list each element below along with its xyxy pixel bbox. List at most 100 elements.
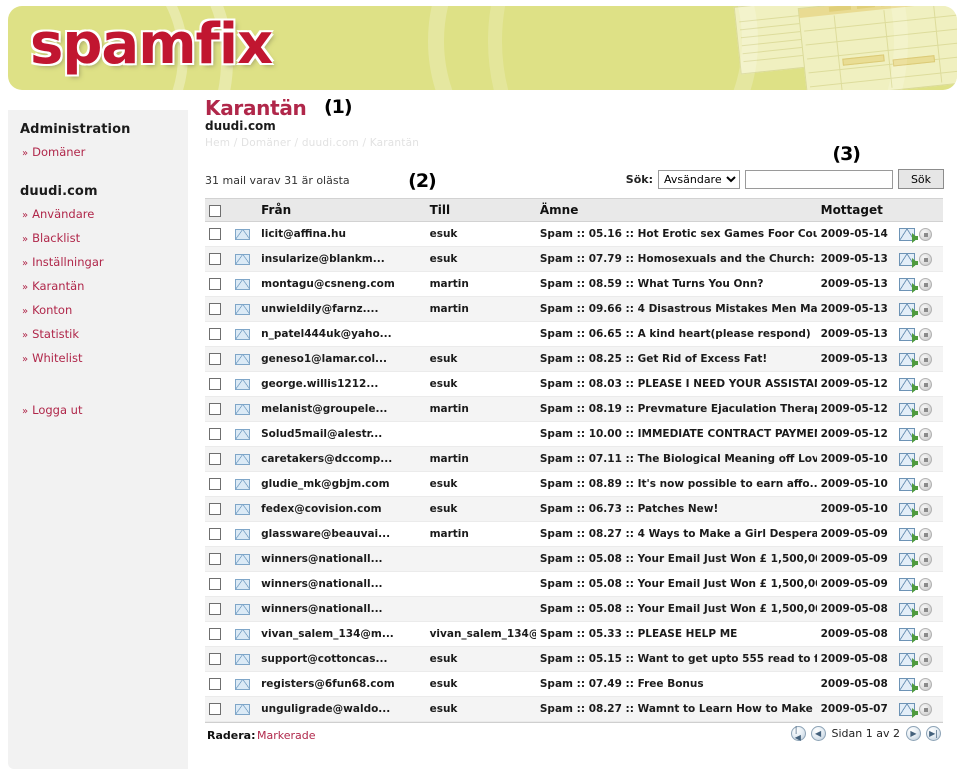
release-mail-icon[interactable] [898,427,918,443]
row-subject[interactable]: Spam :: 07.49 :: Free Bonus [535,671,817,697]
row-subject[interactable]: Spam :: 08.19 :: Prevmature Ejaculation … [535,396,817,422]
row-subject[interactable]: Spam :: 05.16 :: Hot Erotic sex Games Fo… [535,221,817,247]
table-row[interactable]: unguligrade@waldo... esuk Spam :: 08.27 ::… [205,696,943,722]
row-select-checkbox[interactable] [209,378,221,390]
column-header-to[interactable]: Till [425,198,536,222]
row-select-checkbox[interactable] [209,628,221,640]
sidebar-item-logout[interactable]: » Logga ut [8,398,188,422]
table-row[interactable]: vivan_salem_134@m...vivan_salem_134@m...… [205,621,943,647]
row-subject[interactable]: Spam :: 08.25 :: Get Rid of Excess Fat! [535,346,817,372]
row-select-checkbox[interactable] [209,328,221,340]
release-mail-icon[interactable] [898,452,918,468]
delete-mail-icon[interactable] [918,477,932,491]
release-mail-icon[interactable] [898,477,918,493]
row-select-checkbox[interactable] [209,578,221,590]
row-select-checkbox[interactable] [209,228,221,240]
row-subject[interactable]: Spam :: 09.66 :: 4 Disastrous Mistakes M… [535,296,817,322]
sidebar-item-whitelist[interactable]: » Whitelist [8,346,188,370]
release-mail-icon[interactable] [898,527,918,543]
sidebar-item-domaner[interactable]: » Domäner [8,140,188,164]
row-select-checkbox[interactable] [209,403,221,415]
row-subject[interactable]: Spam :: 05.15 :: Want to get upto 555 re… [535,646,817,672]
sidebar-item-statistik[interactable]: » Statistik [8,322,188,346]
delete-mail-icon[interactable] [918,652,932,666]
row-subject[interactable]: Spam :: 08.59 :: What Turns You Onn? [535,271,817,297]
row-select-checkbox[interactable] [209,553,221,565]
table-row[interactable]: glassware@beauvai... martin Spam :: 08.27 … [205,521,943,547]
delete-mail-icon[interactable] [918,327,932,341]
row-subject[interactable]: Spam :: 05.33 :: PLEASE HELP ME [535,621,817,647]
row-select-checkbox[interactable] [209,603,221,615]
row-select-checkbox[interactable] [209,678,221,690]
delete-selected-link[interactable]: Markerade [257,729,316,742]
pagination-next-button[interactable]: ▶ [906,726,921,741]
release-mail-icon[interactable] [898,302,918,318]
delete-mail-icon[interactable] [918,227,932,241]
select-all-checkbox[interactable] [209,204,221,217]
row-subject[interactable]: Spam :: 10.00 :: IMMEDIATE CONTRACT PAYM… [535,421,817,447]
row-subject[interactable]: Spam :: 05.08 :: Your Email Just Won £ 1… [535,596,817,622]
release-mail-icon[interactable] [898,552,918,568]
release-mail-icon[interactable] [898,702,918,718]
pagination-last-button[interactable]: ▶| [926,726,941,741]
search-button[interactable]: Sök [898,169,944,189]
row-select-checkbox[interactable] [209,653,221,665]
release-mail-icon[interactable] [898,377,918,393]
row-subject[interactable]: Spam :: 05.08 :: Your Email Just Won £ 1… [535,546,817,572]
delete-mail-icon[interactable] [918,577,932,591]
sidebar-item-karantan[interactable]: » Karantän [8,274,188,298]
delete-mail-icon[interactable] [918,252,932,266]
row-subject[interactable]: Spam :: 08.27 :: Wamnt to Learn How to M… [535,696,817,722]
delete-mail-icon[interactable] [918,677,932,691]
release-mail-icon[interactable] [898,627,918,643]
delete-mail-icon[interactable] [918,452,932,466]
delete-mail-icon[interactable] [918,352,932,366]
row-select-checkbox[interactable] [209,453,221,465]
sidebar-item-blacklist[interactable]: » Blacklist [8,226,188,250]
table-row[interactable]: winners@nationall... Spam :: 05.08 :: You… [205,546,943,572]
search-field-select[interactable]: Avsändare [658,169,740,189]
row-subject[interactable]: Spam :: 08.27 :: 4 Ways to Make a Girl D… [535,521,817,547]
table-row[interactable]: montagu@csneng.com martin Spam :: 08.59 ::… [205,271,943,297]
table-row[interactable]: licit@affina.hu esuk Spam :: 05.16 :: Hot … [205,221,943,247]
row-select-checkbox[interactable] [209,503,221,515]
table-row[interactable]: support@cottoncas... esuk Spam :: 05.15 ::… [205,646,943,672]
row-subject[interactable]: Spam :: 06.65 :: A kind heart(please res… [535,321,817,347]
table-row[interactable]: fedex@covision.com esuk Spam :: 06.73 :: P… [205,496,943,522]
sidebar-item-konton[interactable]: » Konton [8,298,188,322]
table-row[interactable]: melanist@groupele... martin Spam :: 08.19 … [205,396,943,422]
delete-mail-icon[interactable] [918,502,932,516]
release-mail-icon[interactable] [898,652,918,668]
row-subject[interactable]: Spam :: 08.89 :: It's now possible to ea… [535,471,817,497]
table-row[interactable]: winners@nationall... Spam :: 05.08 :: You… [205,596,943,622]
row-select-checkbox[interactable] [209,478,221,490]
row-subject[interactable]: Spam :: 07.79 :: Homosexuals and the Chu… [535,246,817,272]
column-header-subject[interactable]: Ämne [535,198,817,222]
delete-mail-icon[interactable] [918,302,932,316]
delete-mail-icon[interactable] [918,427,932,441]
sidebar-item-anvandare[interactable]: » Användare [8,202,188,226]
table-row[interactable]: n_patel444uk@yaho... Spam :: 06.65 :: A k… [205,321,943,347]
release-mail-icon[interactable] [898,502,918,518]
release-mail-icon[interactable] [898,352,918,368]
delete-mail-icon[interactable] [918,627,932,641]
table-row[interactable]: gludie_mk@gbjm.com esuk Spam :: 08.89 :: I… [205,471,943,497]
release-mail-icon[interactable] [898,252,918,268]
delete-mail-icon[interactable] [918,402,932,416]
search-input[interactable] [745,169,893,189]
table-row[interactable]: Solud5mail@alestr... Spam :: 10.00 :: IMM… [205,421,943,447]
row-select-checkbox[interactable] [209,703,221,715]
column-header-received[interactable]: Mottaget [816,198,895,222]
row-select-checkbox[interactable] [209,428,221,440]
delete-mail-icon[interactable] [918,702,932,716]
release-mail-icon[interactable] [898,402,918,418]
row-subject[interactable]: Spam :: 08.03 :: PLEASE I NEED YOUR ASSI… [535,371,817,397]
pagination-first-button[interactable]: |◀ [790,725,806,741]
pagination-prev-button[interactable]: ◀ [810,726,826,741]
row-select-checkbox[interactable] [209,353,221,365]
row-select-checkbox[interactable] [209,278,221,290]
row-subject[interactable]: Spam :: 06.73 :: Patches New! [535,496,817,522]
delete-mail-icon[interactable] [918,527,932,541]
table-row[interactable]: winners@nationall... Spam :: 05.08 :: You… [205,571,943,597]
row-select-checkbox[interactable] [209,528,221,540]
